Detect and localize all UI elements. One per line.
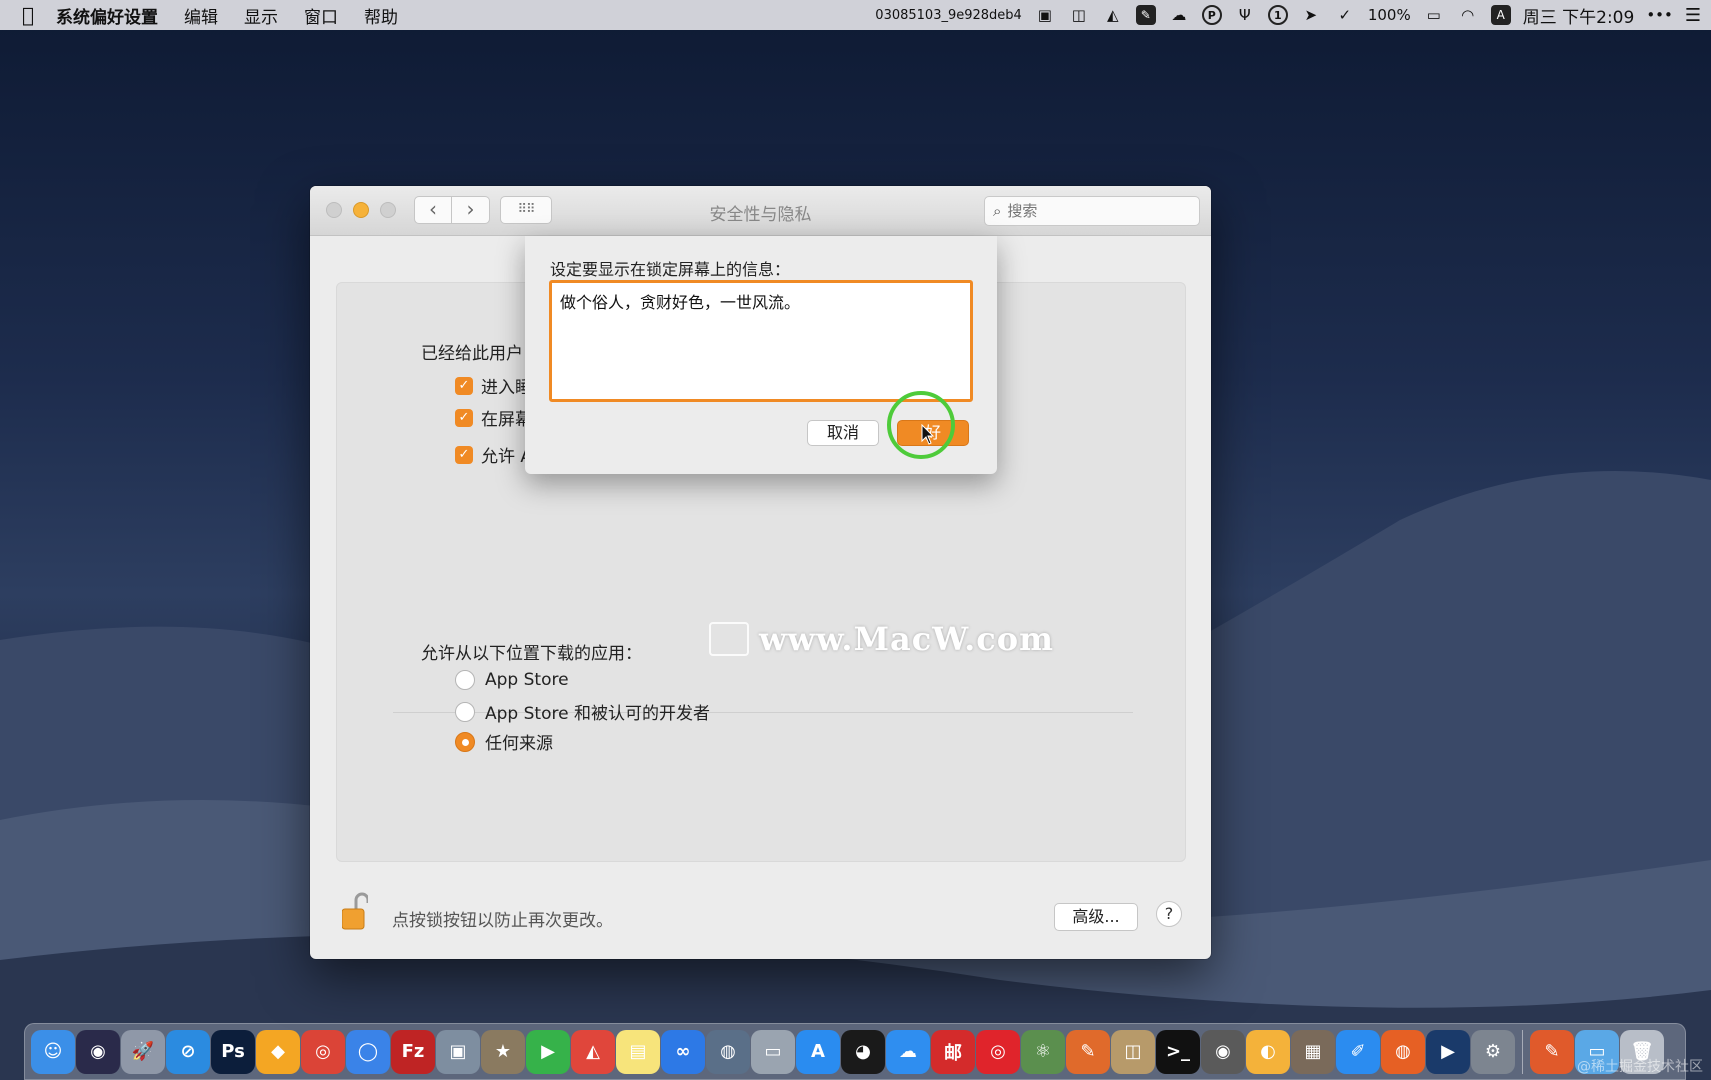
corner-watermark: @稀土掘金技术社区 bbox=[1577, 1059, 1703, 1075]
advanced-button[interactable]: 高级... bbox=[1054, 903, 1138, 931]
watermark-text: www.MacW.com bbox=[759, 620, 1054, 658]
battery-icon[interactable]: ▭ bbox=[1423, 4, 1445, 26]
baidu-netdisk-icon[interactable]: ∞ bbox=[661, 1029, 705, 1074]
photos-icon[interactable]: ▦ bbox=[1291, 1029, 1335, 1074]
clock[interactable]: 周三 下午2:09 bbox=[1523, 3, 1635, 28]
radio-label: App Store 和被认可的开发者 bbox=[485, 704, 710, 724]
watermark: www.MacW.com bbox=[709, 620, 1054, 658]
input-source-icon[interactable]: A bbox=[1490, 5, 1511, 25]
downloads-label: 允许从以下位置下载的应用： bbox=[421, 644, 642, 664]
menu-help[interactable]: 帮助 bbox=[364, 3, 398, 28]
radio-button[interactable] bbox=[455, 670, 475, 690]
check-icon[interactable]: ✓ bbox=[1334, 4, 1356, 26]
mail-master-icon[interactable]: 邮 bbox=[931, 1029, 975, 1074]
dock: ☺ ◉ 🚀 ⊘ Ps ◆ ◎ ◯ Fz ▣ ★ ▶ ◭ ▤ ∞ ◍ ▭ A ◕ ☁ 邮 ◎ ⚛ ✎ ◫ >_ ◉ ◐ ▦ ✐ ◍ ▶ ⚙ ✎ ▭ 🗑 bbox=[24, 1023, 1686, 1080]
icloud-icon[interactable]: ☁ bbox=[886, 1029, 930, 1074]
battery-percent: 100% bbox=[1367, 6, 1411, 24]
cloud-icon[interactable]: ☁ bbox=[1168, 4, 1190, 26]
media-icon[interactable]: ◉ bbox=[1201, 1029, 1245, 1074]
archive-icon[interactable]: ◫ bbox=[1111, 1029, 1155, 1074]
folder-app-icon[interactable]: ◐ bbox=[1246, 1029, 1290, 1074]
help-button[interactable]: ? bbox=[1156, 901, 1182, 927]
menu-edit[interactable]: 编辑 bbox=[184, 3, 218, 28]
dock-separator bbox=[1522, 1029, 1523, 1074]
radio-app-store[interactable]: App Store bbox=[455, 670, 569, 690]
brush-icon[interactable]: ✎ bbox=[1066, 1029, 1110, 1074]
screen-record-icon[interactable]: ▣ bbox=[1034, 4, 1056, 26]
title-bar: ‹ › ⠿⠿ 安全性与隐私 ⌕ bbox=[310, 186, 1211, 236]
chrome-icon[interactable]: ◎ bbox=[301, 1029, 345, 1074]
quicktime-icon[interactable]: ▶ bbox=[1426, 1029, 1470, 1074]
video-player-icon[interactable]: ▶ bbox=[526, 1029, 570, 1074]
radio-app-store-identified[interactable]: App Store 和被认可的开发者 bbox=[455, 699, 710, 724]
apple-menu-icon[interactable]:  bbox=[0, 3, 56, 27]
menu-view[interactable]: 显示 bbox=[244, 3, 278, 28]
finder-icon[interactable]: ☺ bbox=[31, 1029, 75, 1074]
network-icon[interactable]: ◍ bbox=[706, 1029, 750, 1074]
watermark-logo-icon bbox=[709, 622, 749, 656]
sketch-icon[interactable]: ◆ bbox=[256, 1029, 300, 1074]
status-area: 03085103_9e928deb4 ▣ ◫ ◭ ✎ ☁ P Ψ 1 ➤ ✓ 1… bbox=[875, 0, 1701, 30]
menu-app-name[interactable]: 系统偏好设置 bbox=[56, 3, 158, 28]
checkbox-row[interactable]: ✓ 允许 A bbox=[455, 442, 532, 467]
ghost-app-icon[interactable]: ◭ bbox=[571, 1029, 615, 1074]
system-preferences-icon[interactable]: ⚙ bbox=[1471, 1029, 1515, 1074]
siri-icon[interactable]: ◉ bbox=[76, 1029, 120, 1074]
notification-center-icon[interactable]: ☰ bbox=[1685, 5, 1701, 26]
p-app-icon[interactable]: P bbox=[1201, 5, 1222, 25]
photoshop-icon[interactable]: Ps bbox=[211, 1029, 255, 1074]
filezilla-icon[interactable]: Fz bbox=[391, 1029, 435, 1074]
lock-message-textarea[interactable] bbox=[549, 280, 973, 402]
radio-label: 任何来源 bbox=[485, 734, 553, 754]
checkbox-checked-icon[interactable]: ✓ bbox=[455, 445, 473, 464]
checkbox-row[interactable]: ✓ 进入睡 bbox=[455, 373, 532, 398]
search-field[interactable]: ⌕ bbox=[984, 196, 1200, 226]
cancel-button[interactable]: 取消 bbox=[807, 420, 879, 446]
clipboard-icon[interactable]: ◫ bbox=[1068, 4, 1090, 26]
browser-icon[interactable]: ◯ bbox=[346, 1029, 390, 1074]
firefox-icon[interactable]: ◍ bbox=[1381, 1029, 1425, 1074]
mouse-cursor-icon bbox=[921, 424, 935, 445]
checkbox-row[interactable]: ✓ 在屏幕 bbox=[455, 405, 532, 430]
package-icon[interactable]: ★ bbox=[481, 1029, 525, 1074]
atom-icon[interactable]: ⚛ bbox=[1021, 1029, 1065, 1074]
search-icon: ⌕ bbox=[993, 202, 1002, 220]
safari-icon[interactable]: ⊘ bbox=[166, 1029, 210, 1074]
app-store-icon[interactable]: A bbox=[796, 1029, 840, 1074]
pen-icon[interactable]: ✐ bbox=[1336, 1029, 1380, 1074]
notes-icon[interactable]: ▤ bbox=[616, 1029, 660, 1074]
lock-hint-text: 点按锁按钮以防止再次更改。 bbox=[392, 911, 613, 931]
wifi-icon[interactable]: ◠ bbox=[1457, 4, 1479, 26]
qq-icon[interactable]: ◕ bbox=[841, 1029, 885, 1074]
printer-icon[interactable]: ▭ bbox=[751, 1029, 795, 1074]
radio-anywhere[interactable]: 任何来源 bbox=[455, 729, 553, 754]
section-label: 已经给此用户 bbox=[421, 344, 523, 364]
evernote-icon[interactable]: ✎ bbox=[1135, 5, 1156, 25]
send-icon[interactable]: ➤ bbox=[1300, 4, 1322, 26]
radio-label: App Store bbox=[485, 670, 569, 690]
antenna-icon[interactable]: Ψ bbox=[1234, 4, 1256, 26]
terminal-icon[interactable]: >_ bbox=[1156, 1029, 1200, 1074]
sheet-label: 设定要显示在锁定屏幕上的信息： bbox=[550, 260, 791, 279]
downloads-icon[interactable]: ✎ bbox=[1530, 1029, 1574, 1074]
radio-button[interactable] bbox=[455, 701, 475, 722]
checkbox-checked-icon[interactable]: ✓ bbox=[455, 408, 473, 427]
launchpad-icon[interactable]: 🚀 bbox=[121, 1029, 165, 1074]
lock-icon[interactable] bbox=[342, 890, 368, 930]
radio-button-selected[interactable] bbox=[455, 731, 475, 752]
preview-icon[interactable]: ▣ bbox=[436, 1029, 480, 1074]
more-icon[interactable]: ••• bbox=[1646, 6, 1673, 24]
menu-bar:  系统偏好设置 编辑 显示 窗口 帮助 03085103_9e928deb4 … bbox=[0, 0, 1711, 30]
status-text: 03085103_9e928deb4 bbox=[875, 7, 1022, 23]
netease-music-icon[interactable]: ◎ bbox=[976, 1029, 1020, 1074]
search-input[interactable] bbox=[1007, 202, 1178, 220]
password-icon[interactable]: 1 bbox=[1267, 5, 1288, 25]
menu-window[interactable]: 窗口 bbox=[304, 3, 338, 28]
checkbox-checked-icon[interactable]: ✓ bbox=[455, 376, 473, 395]
ghost-icon[interactable]: ◭ bbox=[1102, 4, 1124, 26]
